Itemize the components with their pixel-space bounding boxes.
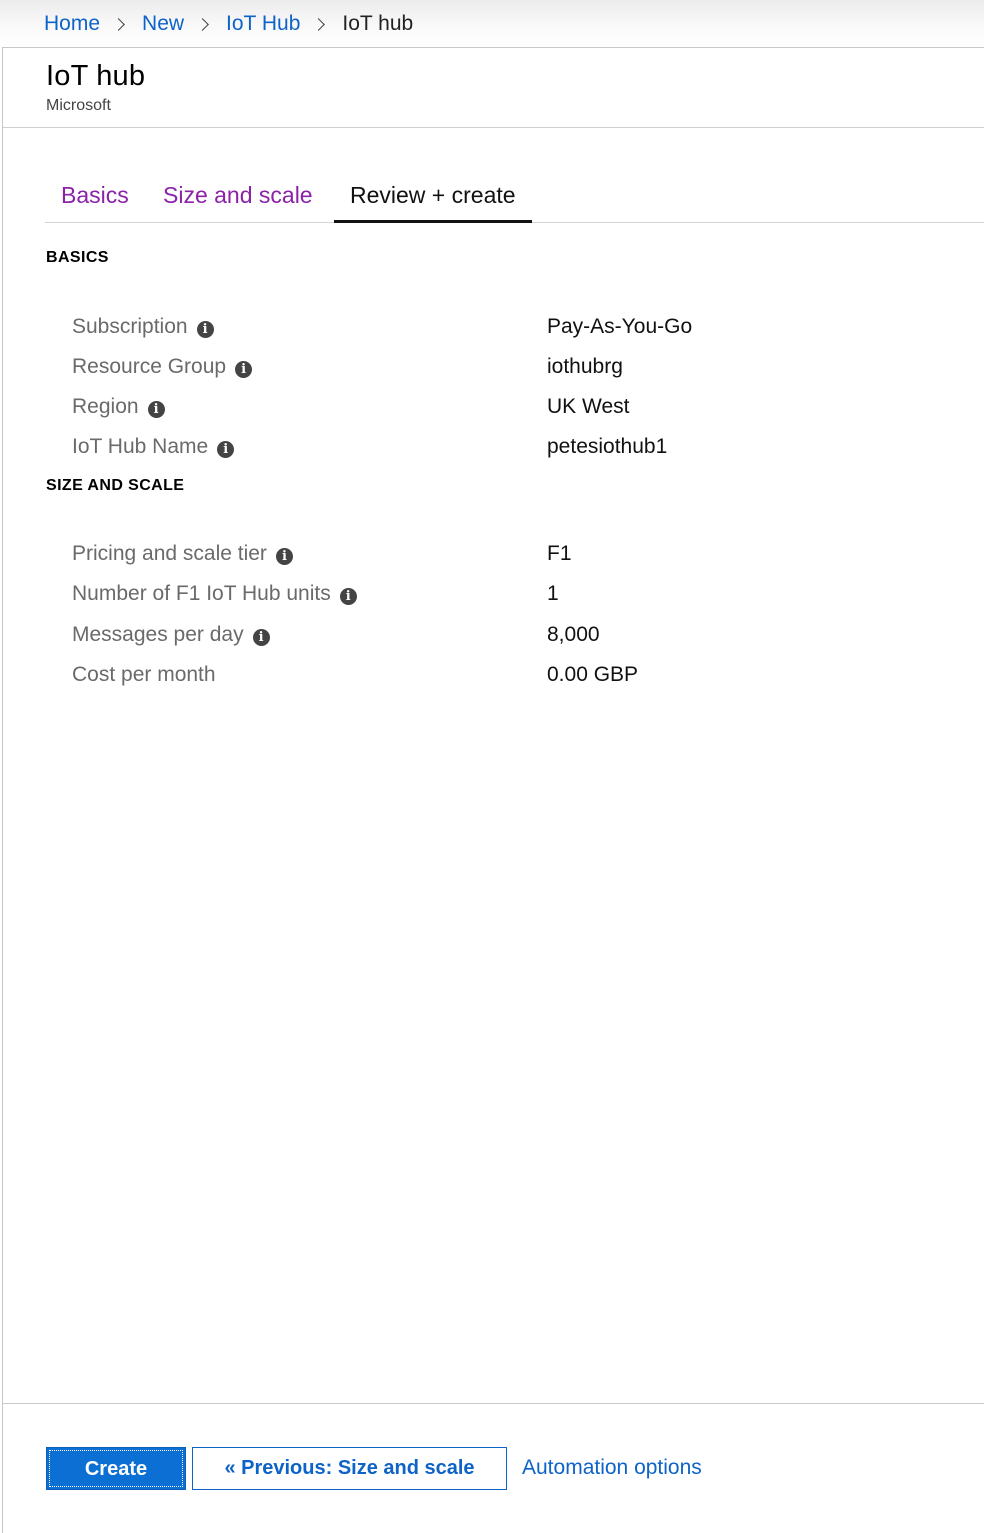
info-icon[interactable]: i bbox=[147, 401, 165, 418]
create-button[interactable]: Create bbox=[46, 1447, 186, 1490]
info-icon[interactable]: i bbox=[252, 629, 270, 646]
breadcrumb-iot-hub[interactable]: IoT Hub bbox=[226, 11, 300, 37]
breadcrumb-current: IoT hub bbox=[342, 12, 414, 35]
row-value: F1 bbox=[547, 542, 572, 565]
summary-row-pricing-tier: Pricing and scale tier i F1 bbox=[72, 542, 972, 574]
info-icon[interactable]: i bbox=[196, 321, 214, 338]
row-label: Region bbox=[72, 395, 139, 418]
breadcrumb-new[interactable]: New bbox=[142, 11, 184, 37]
row-label: Resource Group bbox=[72, 355, 227, 378]
row-label: Cost per month bbox=[72, 663, 216, 686]
info-icon[interactable]: i bbox=[217, 441, 235, 458]
row-label: Number of F1 IoT Hub units bbox=[72, 582, 331, 605]
wizard-tabs: Basics Size and scale Review + create bbox=[45, 178, 984, 223]
previous-button[interactable]: « Previous: Size and scale bbox=[192, 1447, 507, 1490]
tab-review-create[interactable]: Review + create bbox=[334, 178, 532, 223]
summary-row-resource-group: Resource Group i iothubrg bbox=[72, 355, 972, 387]
chevron-right-icon bbox=[112, 17, 125, 31]
row-value: petesiothub1 bbox=[547, 435, 668, 458]
row-value: Pay-As-You-Go bbox=[547, 315, 693, 338]
page-title: IoT hub bbox=[46, 60, 146, 92]
breadcrumb-bar: Home New IoT Hub IoT hub bbox=[0, 0, 984, 47]
chevron-right-icon bbox=[312, 17, 326, 31]
row-value: 8,000 bbox=[547, 623, 600, 646]
row-value: 1 bbox=[547, 582, 559, 605]
info-icon[interactable]: i bbox=[275, 548, 293, 565]
row-label: Messages per day bbox=[72, 623, 244, 646]
row-value: UK West bbox=[547, 395, 630, 418]
summary-row-cost-per-month: Cost per month 0.00 GBP bbox=[72, 663, 972, 695]
create-blade: IoT hub Microsoft Basics Size and scale … bbox=[2, 47, 984, 1533]
section-heading-size-and-scale: SIZE AND SCALE bbox=[46, 477, 185, 494]
blade-header: IoT hub Microsoft bbox=[3, 48, 984, 128]
summary-row-hub-units: Number of F1 IoT Hub units i 1 bbox=[72, 582, 972, 614]
tab-size-and-scale[interactable]: Size and scale bbox=[147, 178, 329, 223]
row-value: iothubrg bbox=[547, 355, 623, 378]
summary-row-messages-per-day: Messages per day i 8,000 bbox=[72, 623, 972, 655]
automation-options-link[interactable]: Automation options bbox=[522, 1456, 702, 1480]
summary-row-region: Region i UK West bbox=[72, 395, 972, 427]
tab-basics[interactable]: Basics bbox=[45, 178, 145, 223]
summary-row-iot-hub-name: IoT Hub Name i petesiothub1 bbox=[72, 435, 972, 467]
summary-row-subscription: Subscription i Pay-As-You-Go bbox=[72, 315, 972, 347]
breadcrumb-home[interactable]: Home bbox=[44, 11, 100, 37]
row-label: IoT Hub Name bbox=[72, 435, 209, 458]
page-subtitle: Microsoft bbox=[46, 97, 111, 114]
footer-divider bbox=[3, 1403, 984, 1404]
row-label: Subscription bbox=[72, 315, 188, 338]
info-icon[interactable]: i bbox=[235, 361, 253, 378]
breadcrumb: Home New IoT Hub IoT hub bbox=[44, 11, 413, 37]
row-label: Pricing and scale tier bbox=[72, 542, 267, 565]
chevron-right-icon bbox=[196, 17, 209, 31]
info-icon[interactable]: i bbox=[339, 588, 357, 605]
row-value: 0.00 GBP bbox=[547, 663, 639, 686]
section-heading-basics: BASICS bbox=[46, 249, 109, 266]
